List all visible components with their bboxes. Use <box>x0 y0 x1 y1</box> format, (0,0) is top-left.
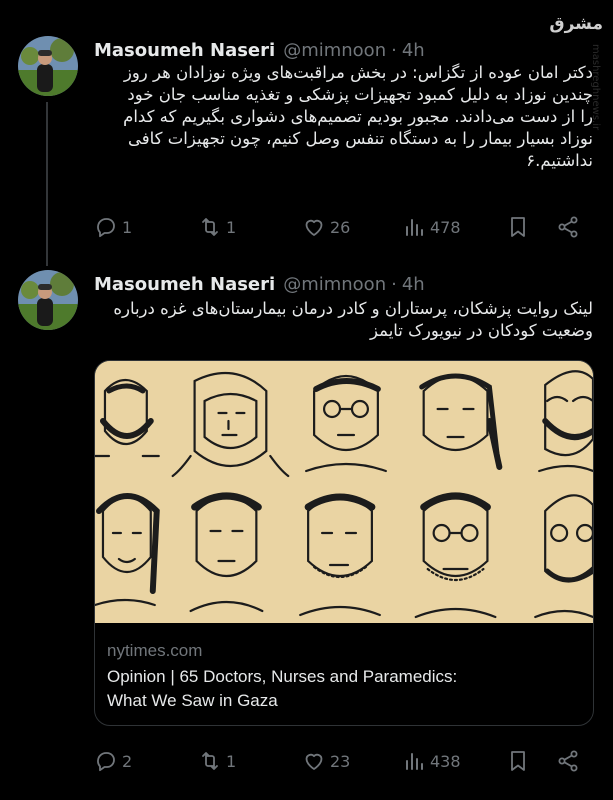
tweet-text-line: دکتر امان عوده از تگزاس: در بخش مراقبت‌ه… <box>123 63 593 82</box>
bookmark-button[interactable] <box>506 212 530 242</box>
reply-button[interactable]: 2 <box>94 746 132 776</box>
bookmark-icon <box>511 751 525 771</box>
watermark-logo: مشرق <box>549 14 603 34</box>
tweet-text-line: وضعیت کودکان در نیویورک تایمز <box>370 321 593 340</box>
views-button[interactable]: 438 <box>402 746 461 776</box>
user-handle[interactable]: @mimnoon <box>283 40 386 61</box>
user-handle[interactable]: @mimnoon <box>283 274 386 295</box>
avatar[interactable] <box>18 270 78 330</box>
article-illustration <box>95 361 593 623</box>
link-preview-card[interactable]: nytimes.com Opinion | 65 Doctors, Nurses… <box>94 360 594 726</box>
tweet[interactable]: Masoumeh Naseri @mimnoon · 4h لینک روایت… <box>0 270 613 790</box>
like-icon <box>305 219 323 236</box>
like-count: 23 <box>330 751 351 771</box>
retweet-count: 1 <box>226 751 237 771</box>
retweet-count: 1 <box>226 217 237 237</box>
share-button[interactable] <box>556 746 580 776</box>
timestamp[interactable]: 4h <box>402 40 425 61</box>
like-count: 26 <box>330 217 351 237</box>
views-icon <box>406 753 423 770</box>
tweet-header: Masoumeh Naseri @mimnoon · 4h <box>94 270 425 298</box>
reply-count: 1 <box>122 217 133 237</box>
views-button[interactable]: 478 <box>402 212 461 242</box>
view-count: 438 <box>430 751 461 771</box>
tweet-text-line: نوزاد بسیار بیمار را به دستگاه تنفس وصل … <box>128 129 593 148</box>
tweet-text-line: لینک روایت پزشکان، پرستاران و کادر درمان… <box>113 299 593 318</box>
link-title-line: What We Saw in Gaza <box>107 691 278 710</box>
link-title: Opinion | 65 Doctors, Nurses and Paramed… <box>95 661 593 725</box>
tweet-text-line: نداشتیم.۶ <box>526 151 593 170</box>
reply-button[interactable]: 1 <box>94 212 132 242</box>
separator-dot: · <box>391 273 397 295</box>
tweet-text: لینک روایت پزشکان، پرستاران و کادر درمان… <box>94 298 593 342</box>
bookmark-button[interactable] <box>506 746 530 776</box>
retweet-icon <box>202 752 218 770</box>
tweet-text-line: را از دست می‌دادند. مجبور بودیم تصمیم‌ها… <box>123 107 593 126</box>
tweet-header: Masoumeh Naseri @mimnoon · 4h <box>94 36 425 64</box>
reply-count: 2 <box>122 751 133 771</box>
like-button[interactable]: 23 <box>302 746 350 776</box>
link-domain: nytimes.com <box>107 641 203 660</box>
reply-icon <box>97 752 115 772</box>
separator-dot: · <box>391 39 397 61</box>
tweet-text: دکتر امان عوده از تگزاس: در بخش مراقبت‌ه… <box>94 62 593 172</box>
bookmark-icon <box>511 217 525 237</box>
views-icon <box>406 219 423 236</box>
share-icon <box>558 216 578 238</box>
share-icon <box>558 750 578 772</box>
view-count: 478 <box>430 217 461 237</box>
tweet-actions: 2 1 23 438 <box>94 746 594 776</box>
retweet-icon <box>202 218 218 236</box>
reply-icon <box>97 218 115 238</box>
like-icon <box>305 753 323 770</box>
link-title-line: Opinion | 65 Doctors, Nurses and Paramed… <box>107 667 458 686</box>
timestamp[interactable]: 4h <box>402 274 425 295</box>
retweet-button[interactable]: 1 <box>198 212 236 242</box>
tweet-text-line: چندین نوزاد به دلیل کمبود تجهیزات پزشکی … <box>127 85 593 104</box>
like-button[interactable]: 26 <box>302 212 350 242</box>
tweet-actions: 1 1 26 478 <box>94 212 594 242</box>
retweet-button[interactable]: 1 <box>198 746 236 776</box>
avatar[interactable] <box>18 36 78 96</box>
display-name[interactable]: Masoumeh Naseri <box>94 40 275 61</box>
tweet[interactable]: Masoumeh Naseri @mimnoon · 4h دکتر امان … <box>0 36 613 256</box>
share-button[interactable] <box>556 212 580 242</box>
display-name[interactable]: Masoumeh Naseri <box>94 274 275 295</box>
